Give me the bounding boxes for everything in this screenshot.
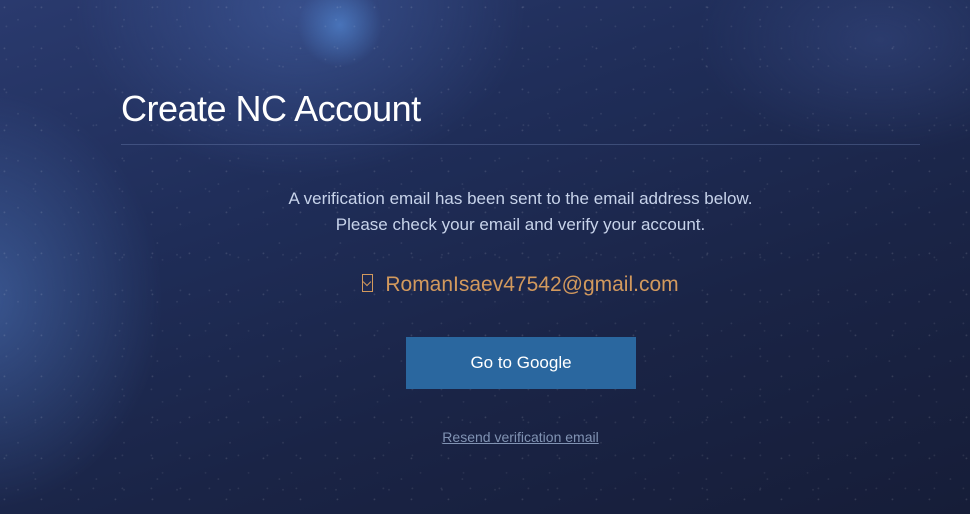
email-address-row: RomanIsaev47542@gmail.com xyxy=(0,273,970,297)
go-to-google-button[interactable]: Go to Google xyxy=(406,337,636,389)
resend-verification-link[interactable]: Resend verification email xyxy=(0,429,970,445)
verification-message-line-2: Please check your email and verify your … xyxy=(335,215,706,234)
verification-message-line-1: A verification email has been sent to th… xyxy=(288,189,753,208)
verification-message: A verification email has been sent to th… xyxy=(0,186,970,238)
page-title: Create NC Account xyxy=(121,88,421,129)
title-divider xyxy=(121,144,920,145)
email-address: RomanIsaev47542@gmail.com xyxy=(385,273,679,296)
envelope-icon xyxy=(362,274,374,292)
